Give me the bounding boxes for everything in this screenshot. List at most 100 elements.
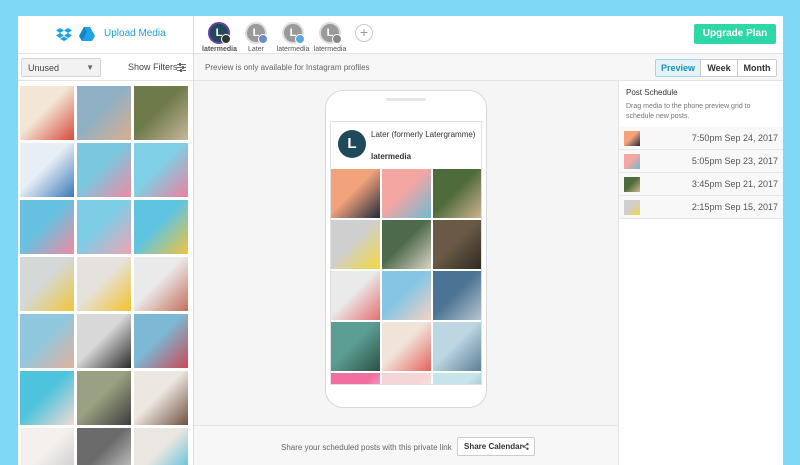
- facebook-icon: [258, 34, 268, 44]
- scheduled-post-thumbnail: [624, 154, 640, 169]
- post-schedule-title: Post Schedule: [626, 88, 678, 97]
- media-thumbnail[interactable]: [134, 86, 188, 140]
- share-icon: [522, 443, 529, 450]
- grid-post[interactable]: [433, 322, 481, 371]
- media-filter-value: Unused: [28, 63, 60, 73]
- media-thumbnail[interactable]: [77, 200, 131, 254]
- scheduled-post[interactable]: 2:15pm Sep 15, 2017: [619, 196, 783, 219]
- scheduled-post-thumbnail: [624, 177, 640, 192]
- show-filters-button[interactable]: Show Filters: [128, 62, 178, 72]
- media-thumbnail[interactable]: [134, 200, 188, 254]
- filter-bar: Unused ▼ Show Filters: [18, 54, 194, 81]
- share-calendar-label: Share Calendar: [464, 442, 523, 451]
- share-calendar-button[interactable]: Share Calendar: [457, 437, 535, 456]
- scheduled-post-time: 2:15pm Sep 15, 2017: [691, 202, 778, 212]
- tab-month[interactable]: Month: [737, 59, 777, 77]
- profile-name: latermedia: [313, 46, 347, 53]
- twitter-icon: [295, 34, 305, 44]
- grid-post[interactable]: [382, 271, 431, 320]
- scheduled-post[interactable]: 3:45pm Sep 21, 2017: [619, 173, 783, 196]
- account-title: Later (formerly Latergramme): [371, 130, 476, 139]
- media-thumbnail[interactable]: [134, 314, 188, 368]
- grid-post[interactable]: [382, 169, 431, 218]
- grid-post[interactable]: [433, 373, 481, 384]
- share-text: Share your scheduled posts with this pri…: [281, 443, 452, 452]
- profile-name: Later: [248, 46, 264, 53]
- media-grid: [20, 86, 191, 465]
- upload-media-link[interactable]: Upload Media: [104, 28, 166, 39]
- media-thumbnail[interactable]: [20, 314, 74, 368]
- share-bar: Share your scheduled posts with this pri…: [194, 425, 618, 465]
- avatar: L: [319, 22, 342, 44]
- tab-preview[interactable]: Preview: [655, 59, 701, 77]
- avatar: L: [208, 22, 231, 44]
- phone-speaker: [386, 98, 426, 101]
- scheduled-post-thumbnail: [624, 200, 640, 215]
- media-thumbnail[interactable]: [20, 143, 74, 197]
- instagram-icon: [221, 34, 231, 44]
- avatar: L: [245, 22, 268, 44]
- chevron-down-icon: ▼: [86, 63, 94, 72]
- profile-bar: Llatermedia L Later Llatermedia Llatermedia …: [194, 16, 783, 54]
- media-thumbnail[interactable]: [77, 257, 131, 311]
- later-app-window: Upload Media Unused ▼ Show Filters Llate…: [18, 16, 783, 465]
- add-profile-button[interactable]: +: [355, 24, 373, 42]
- scheduled-post-thumbnail: [624, 131, 640, 146]
- tab-week[interactable]: Week: [700, 59, 738, 77]
- grid-post[interactable]: [331, 373, 380, 384]
- grid-post[interactable]: [331, 322, 380, 371]
- dropbox-icon[interactable]: [56, 27, 72, 41]
- phone-screen: L Later (formerly Latergramme) latermedi…: [330, 121, 482, 385]
- media-thumbnail[interactable]: [77, 314, 131, 368]
- upgrade-plan-button[interactable]: Upgrade Plan: [694, 24, 776, 44]
- media-thumbnail[interactable]: [20, 257, 74, 311]
- grid-post[interactable]: [382, 220, 431, 269]
- account-handle: latermedia: [371, 152, 412, 161]
- media-thumbnail[interactable]: [20, 86, 74, 140]
- grid-post[interactable]: [382, 322, 431, 371]
- upload-bar: Upload Media: [18, 16, 194, 54]
- scheduled-post-time: 7:50pm Sep 24, 2017: [691, 133, 778, 143]
- media-thumbnail[interactable]: [134, 143, 188, 197]
- google-drive-icon[interactable]: [79, 27, 95, 41]
- media-thumbnail[interactable]: [134, 428, 188, 465]
- media-thumbnail[interactable]: [77, 143, 131, 197]
- preview-note: Preview is only available for Instagram …: [205, 63, 370, 72]
- grid-post[interactable]: [331, 271, 380, 320]
- media-filter-select[interactable]: Unused ▼: [21, 58, 101, 77]
- media-library-panel: Upload Media Unused ▼ Show Filters: [18, 16, 194, 465]
- post-schedule-panel: Post Schedule Drag media to the phone pr…: [618, 81, 783, 465]
- profile-instagram[interactable]: Llatermedia: [202, 22, 238, 53]
- profile-name: latermedia: [202, 46, 238, 53]
- media-thumbnail[interactable]: [20, 371, 74, 425]
- scheduled-post-time: 3:45pm Sep 21, 2017: [691, 179, 778, 189]
- avatar: L: [282, 22, 305, 44]
- post-schedule-subtitle: Drag media to the phone preview grid to …: [626, 103, 751, 120]
- pinterest-icon: [332, 34, 342, 44]
- profile-facebook[interactable]: L Later: [239, 22, 273, 53]
- media-thumbnail[interactable]: [77, 428, 131, 465]
- scheduled-post[interactable]: 7:50pm Sep 24, 2017: [619, 127, 783, 150]
- scheduled-post[interactable]: 5:05pm Sep 23, 2017: [619, 150, 783, 173]
- sliders-icon[interactable]: [177, 63, 186, 72]
- grid-post[interactable]: [433, 169, 481, 218]
- grid-post[interactable]: [433, 220, 481, 269]
- phone-preview: L Later (formerly Latergramme) latermedi…: [325, 90, 487, 408]
- instagram-grid: [331, 169, 481, 384]
- profile-name: latermedia: [276, 46, 310, 53]
- grid-post[interactable]: [382, 373, 431, 384]
- profile-twitter[interactable]: Llatermedia: [276, 22, 310, 53]
- grid-post[interactable]: [331, 220, 380, 269]
- grid-post[interactable]: [331, 169, 380, 218]
- media-thumbnail[interactable]: [20, 428, 74, 465]
- scheduled-post-time: 5:05pm Sep 23, 2017: [691, 156, 778, 166]
- media-thumbnail[interactable]: [77, 86, 131, 140]
- profile-pinterest[interactable]: Llatermedia: [313, 22, 347, 53]
- media-thumbnail[interactable]: [77, 371, 131, 425]
- media-thumbnail[interactable]: [134, 257, 188, 311]
- view-bar: Preview is only available for Instagram …: [194, 54, 783, 81]
- media-thumbnail[interactable]: [20, 200, 74, 254]
- grid-post[interactable]: [433, 271, 481, 320]
- media-thumbnail[interactable]: [134, 371, 188, 425]
- instagram-avatar: L: [338, 130, 366, 158]
